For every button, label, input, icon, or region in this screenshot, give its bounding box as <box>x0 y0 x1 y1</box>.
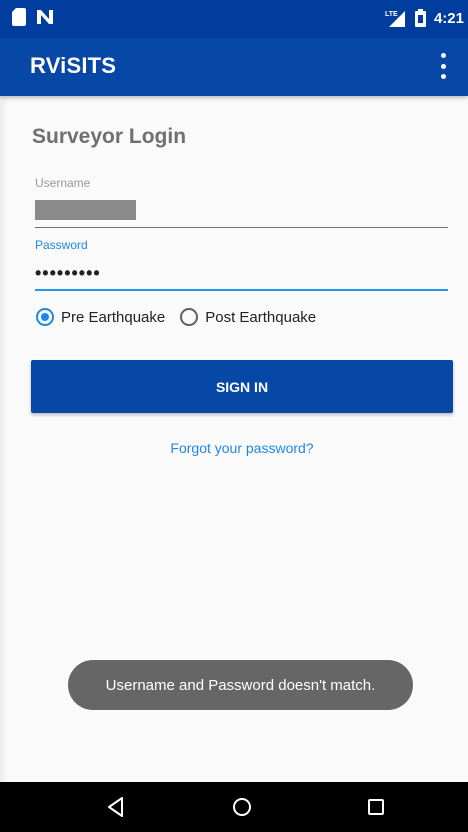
form-title: Surveyor Login <box>32 125 187 148</box>
status-time: 4:21 <box>433 9 464 27</box>
radio-label: Post Earthquake <box>205 308 317 326</box>
svg-text:LTE: LTE <box>385 11 398 18</box>
login-screen: LTE 4:21 RViSITS Surveyor Login Username… <box>0 0 468 832</box>
status-left-icons <box>12 8 54 26</box>
password-underline <box>35 289 448 291</box>
back-icon[interactable] <box>104 795 128 819</box>
sim-card-icon <box>12 8 26 26</box>
radio-label: Pre Earthquake <box>61 308 166 326</box>
error-toast: Username and Password doesn't match. <box>68 660 413 710</box>
password-label: Password <box>35 238 88 252</box>
app-title: RViSITS <box>30 53 117 78</box>
sign-in-button[interactable]: SIGN IN <box>31 360 453 413</box>
n-notification-icon <box>37 10 53 24</box>
status-right-icons: LTE 4:21 <box>385 9 464 27</box>
more-vert-icon[interactable] <box>436 50 450 82</box>
radio-post-earthquake[interactable]: Post Earthquake <box>180 308 316 326</box>
password-field[interactable]: ••••••••• <box>35 263 101 284</box>
recents-icon[interactable] <box>364 795 388 819</box>
username-field[interactable] <box>35 200 136 220</box>
forgot-password-link[interactable]: Forgot your password? <box>0 440 468 456</box>
home-icon[interactable] <box>230 795 254 819</box>
username-underline <box>35 227 448 228</box>
radio-unchecked-icon <box>180 308 199 326</box>
radio-checked-icon <box>36 308 54 326</box>
toast-message: Username and Password doesn't match. <box>105 676 376 694</box>
navigation-bar <box>0 782 468 832</box>
app-bar: RViSITS <box>0 38 468 96</box>
status-bar: LTE 4:21 <box>0 0 468 38</box>
username-label: Username <box>35 176 91 190</box>
lte-signal-icon: LTE <box>385 11 405 27</box>
content-edge-shadow <box>0 96 8 782</box>
battery-icon <box>414 9 426 27</box>
survey-type-radio-group: Pre Earthquake Post Earthquake <box>36 308 331 326</box>
radio-pre-earthquake[interactable]: Pre Earthquake <box>36 308 165 326</box>
